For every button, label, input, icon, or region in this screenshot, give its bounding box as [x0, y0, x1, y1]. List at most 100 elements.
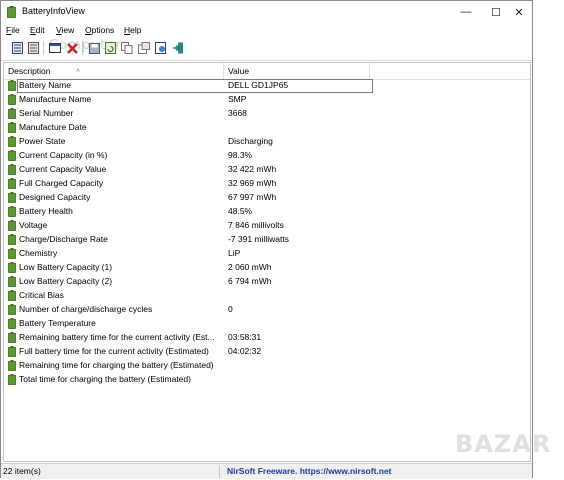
close-button[interactable]: ✕ — [504, 1, 534, 23]
battery-icon — [8, 332, 16, 343]
battery-icon — [8, 192, 16, 203]
column-header-value[interactable]: Value — [224, 63, 370, 79]
row-value: LiP — [228, 248, 241, 258]
list-item[interactable]: Chemistry LiP — [4, 247, 530, 261]
row-value: 03:58:31 — [228, 332, 262, 342]
battery-info-list[interactable]: Description ^ Value Battery Name DELL GD1J… — [3, 62, 531, 462]
list-item[interactable]: Full battery time for the current activi… — [4, 345, 530, 359]
list-item[interactable]: Remaining time for charging the battery … — [4, 359, 530, 373]
list-item[interactable]: Battery Health 48.5% — [4, 205, 530, 219]
list-item[interactable]: Current Capacity Value 32 422 mWh — [4, 163, 530, 177]
list-item[interactable]: Full Charged Capacity 32 969 mWh — [4, 177, 530, 191]
column-header-description[interactable]: Description ^ — [4, 63, 224, 79]
list-item[interactable]: Manufacture Date — [4, 121, 530, 135]
log-icon[interactable] — [26, 41, 40, 55]
battery-icon — [8, 122, 16, 133]
menu-edit[interactable]: Edit — [30, 25, 45, 35]
battery-icon — [8, 150, 16, 161]
exit-icon[interactable] — [171, 41, 185, 55]
copy-icon[interactable] — [120, 41, 134, 55]
toolbar-separator — [43, 41, 44, 55]
battery-icon — [8, 360, 16, 371]
row-value: -7 391 milliwatts — [228, 234, 289, 244]
row-description: Full battery time for the current activi… — [19, 346, 209, 356]
title-bar[interactable]: BatteryInfoView — ☐ ✕ — [1, 1, 532, 23]
row-description: Remaining time for charging the battery … — [19, 360, 214, 370]
battery-icon — [8, 220, 16, 231]
row-description: Designed Capacity — [19, 192, 91, 202]
properties-icon[interactable] — [137, 41, 151, 55]
item-count: 22 item(s) — [3, 466, 41, 476]
list-item[interactable]: Battery Temperature — [4, 317, 530, 331]
list-item[interactable]: Low Battery Capacity (2) 6 794 mWh — [4, 275, 530, 289]
list-item[interactable]: Low Battery Capacity (1) 2 060 mWh — [4, 261, 530, 275]
row-description: Manufacture Name — [19, 94, 92, 104]
battery-icon — [8, 234, 16, 245]
nirsoft-link[interactable]: NirSoft Freeware. https://www.nirsoft.ne… — [227, 466, 392, 476]
list-item[interactable]: Critical Bias — [4, 289, 530, 303]
list-item[interactable]: Battery Name DELL GD1JP65 — [4, 79, 530, 93]
row-description: Manufacture Date — [19, 122, 87, 132]
row-description: Low Battery Capacity (2) — [19, 276, 113, 286]
menu-view[interactable]: View — [56, 25, 74, 35]
list-item[interactable]: Charge/Discharge Rate -7 391 milliwatts — [4, 233, 530, 247]
list-item[interactable]: Voltage 7 846 millivolts — [4, 219, 530, 233]
list-item[interactable]: Remaining battery time for the current a… — [4, 331, 530, 345]
list-body: Battery Name DELL GD1JP65 Manufacture Name… — [4, 79, 530, 387]
battery-icon — [8, 94, 16, 105]
battery-info-icon[interactable] — [10, 41, 24, 55]
row-value: 6 794 mWh — [228, 276, 272, 286]
battery-icon — [8, 276, 16, 287]
battery-icon — [8, 290, 16, 301]
html-report-icon[interactable] — [154, 41, 168, 55]
battery-icon — [8, 164, 16, 175]
battery-icon — [8, 108, 16, 119]
battery-icon — [8, 346, 16, 357]
list-item[interactable]: Power State Discharging — [4, 135, 530, 149]
menu-options[interactable]: Options — [85, 25, 114, 35]
row-description: Current Capacity Value — [19, 164, 107, 174]
delete-icon[interactable] — [65, 41, 79, 55]
list-header: Description ^ Value — [4, 63, 530, 80]
battery-icon — [8, 248, 16, 259]
status-bar: 22 item(s) NirSoft Freeware. https://www… — [1, 463, 532, 479]
save-icon[interactable] — [87, 41, 101, 55]
battery-icon — [8, 80, 16, 91]
list-item[interactable]: Total time for charging the battery (Est… — [4, 373, 530, 387]
toolbar-separator — [82, 41, 83, 55]
window-icon[interactable] — [48, 41, 62, 55]
menu-bar: File Edit View Options Help — [1, 23, 532, 37]
list-item[interactable]: Current Capacity (in %) 98.3% — [4, 149, 530, 163]
row-value: 7 846 millivolts — [228, 220, 284, 230]
row-value: 0 — [228, 304, 233, 314]
minimize-button[interactable]: — — [451, 1, 481, 23]
battery-icon — [8, 304, 16, 315]
row-description: Remaining battery time for the current a… — [19, 332, 215, 342]
list-item[interactable]: Designed Capacity 67 997 mWh — [4, 191, 530, 205]
row-description: Critical Bias — [19, 290, 64, 300]
app-window: BatteryInfoView — ☐ ✕ File Edit View Opt… — [0, 0, 533, 479]
list-item[interactable]: Manufacture Name SMP — [4, 93, 530, 107]
battery-icon — [8, 178, 16, 189]
row-description: Low Battery Capacity (1) — [19, 262, 113, 272]
battery-icon — [8, 136, 16, 147]
row-value: Discharging — [228, 136, 273, 146]
list-item[interactable]: Serial Number 3668 — [4, 107, 530, 121]
row-description: Full Charged Capacity — [19, 178, 104, 188]
row-value: 32 969 mWh — [228, 178, 277, 188]
row-description: Number of charge/discharge cycles — [19, 304, 153, 314]
list-item[interactable]: Number of charge/discharge cycles 0 — [4, 303, 530, 317]
refresh-icon[interactable] — [103, 41, 117, 55]
row-value: 67 997 mWh — [228, 192, 277, 202]
battery-icon — [8, 318, 16, 329]
row-description: Serial Number — [19, 108, 74, 118]
menu-help[interactable]: Help — [124, 25, 141, 35]
row-description: Charge/Discharge Rate — [19, 234, 108, 244]
row-description: Current Capacity (in %) — [19, 150, 108, 160]
row-value: 2 060 mWh — [228, 262, 272, 272]
menu-file[interactable]: File — [6, 25, 20, 35]
row-value: 48.5% — [228, 206, 253, 216]
row-description: Power State — [19, 136, 66, 146]
battery-icon — [8, 262, 16, 273]
row-value: 04:02:32 — [228, 346, 262, 356]
